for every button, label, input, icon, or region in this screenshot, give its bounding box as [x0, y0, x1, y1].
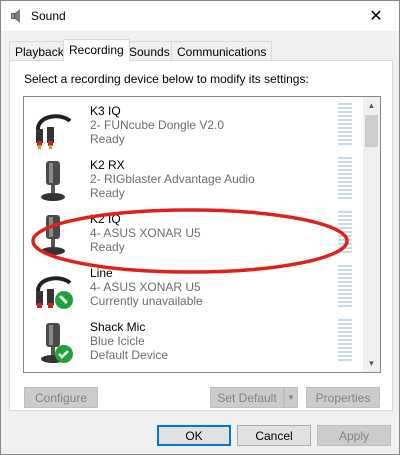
vertical-scrollbar[interactable]: ▲ ▼	[363, 97, 380, 372]
close-button[interactable]: ✕	[353, 1, 399, 31]
tab-sounds[interactable]: Sounds	[123, 41, 176, 61]
device-status: Currently unavailable	[90, 294, 203, 308]
device-description: 2- RIGblaster Advantage Audio	[90, 172, 255, 186]
device-description: Blue Icicle	[90, 334, 145, 348]
device-list[interactable]: K3 IQ 2- FUNcube Dongle V2.0 Ready K2 RX…	[23, 96, 381, 373]
microphone-icon	[32, 321, 76, 365]
cancel-button[interactable]: Cancel	[237, 425, 311, 446]
chevron-down-icon: ▼	[287, 393, 295, 402]
speaker-icon	[9, 8, 25, 24]
tab-communications[interactable]: Communications	[171, 41, 273, 61]
device-status: Ready	[90, 186, 125, 200]
tab-playback[interactable]: Playback	[9, 41, 70, 61]
apply-button[interactable]: Apply	[317, 425, 391, 446]
properties-label: Properties	[315, 390, 371, 405]
device-name: K2 IQ	[90, 212, 121, 226]
device-status: Ready	[90, 132, 125, 146]
device-name: Shack Mic	[90, 320, 146, 334]
configure-button[interactable]: Configure	[24, 387, 98, 408]
microphone-icon	[32, 213, 76, 257]
set-default-dropdown-button[interactable]: ▼	[284, 387, 298, 408]
recording-panel: Select a recording device below to modif…	[9, 60, 393, 411]
close-icon: ✕	[369, 8, 383, 25]
configure-label: Configure	[34, 390, 88, 405]
device-status: Ready	[90, 240, 125, 254]
device-description: 4- ASUS XONAR U5	[90, 280, 201, 294]
instruction-text: Select a recording device below to modif…	[24, 72, 309, 86]
level-meter	[338, 211, 352, 257]
device-name: K2 RX	[90, 158, 125, 172]
ok-label: OK	[185, 428, 203, 443]
properties-button[interactable]: Properties	[306, 387, 380, 408]
sound-dialog: Sound ✕ Playback Recording Sounds Commun…	[0, 0, 400, 455]
title-bar: Sound ✕	[1, 1, 399, 31]
set-default-button[interactable]: Set Default	[210, 387, 284, 408]
list-item-k3-iq[interactable]: K3 IQ 2- FUNcube Dongle V2.0 Ready	[24, 99, 364, 153]
list-item-shack-mic[interactable]: Shack Mic Blue Icicle Default Device	[24, 315, 364, 369]
set-default-label: Set Default	[217, 390, 277, 405]
level-meter	[338, 265, 352, 311]
line-in-icon	[32, 105, 76, 149]
microphone-icon	[32, 159, 76, 203]
device-description: 2- FUNcube Dongle V2.0	[90, 118, 225, 132]
level-meter	[338, 319, 352, 365]
list-item-k2-rx[interactable]: K2 RX 2- RIGblaster Advantage Audio Read…	[24, 153, 364, 207]
level-meter	[338, 103, 352, 149]
cancel-label: Cancel	[255, 428, 293, 443]
scroll-up-icon[interactable]: ▲	[363, 97, 380, 114]
line-in-icon	[32, 267, 76, 311]
tab-bar: Playback Recording Sounds Communications	[9, 39, 393, 61]
device-status: Default Device	[90, 348, 169, 362]
tab-recording[interactable]: Recording	[63, 39, 130, 61]
window-title: Sound	[31, 9, 66, 23]
device-list-items: K3 IQ 2- FUNcube Dongle V2.0 Ready K2 RX…	[24, 97, 364, 372]
list-item-k2-iq[interactable]: K2 IQ 4- ASUS XONAR U5 Ready	[24, 207, 364, 261]
scrollbar-thumb[interactable]	[365, 115, 378, 147]
list-item-line[interactable]: Line 4- ASUS XONAR U5 Currently unavaila…	[24, 261, 364, 315]
device-description: 4- ASUS XONAR U5	[90, 226, 201, 240]
device-name: K3 IQ	[90, 104, 121, 118]
scroll-down-icon[interactable]: ▼	[363, 355, 380, 372]
level-meter	[338, 157, 352, 203]
device-name: Line	[90, 266, 113, 280]
apply-label: Apply	[338, 428, 370, 443]
ok-button[interactable]: OK	[157, 425, 231, 446]
